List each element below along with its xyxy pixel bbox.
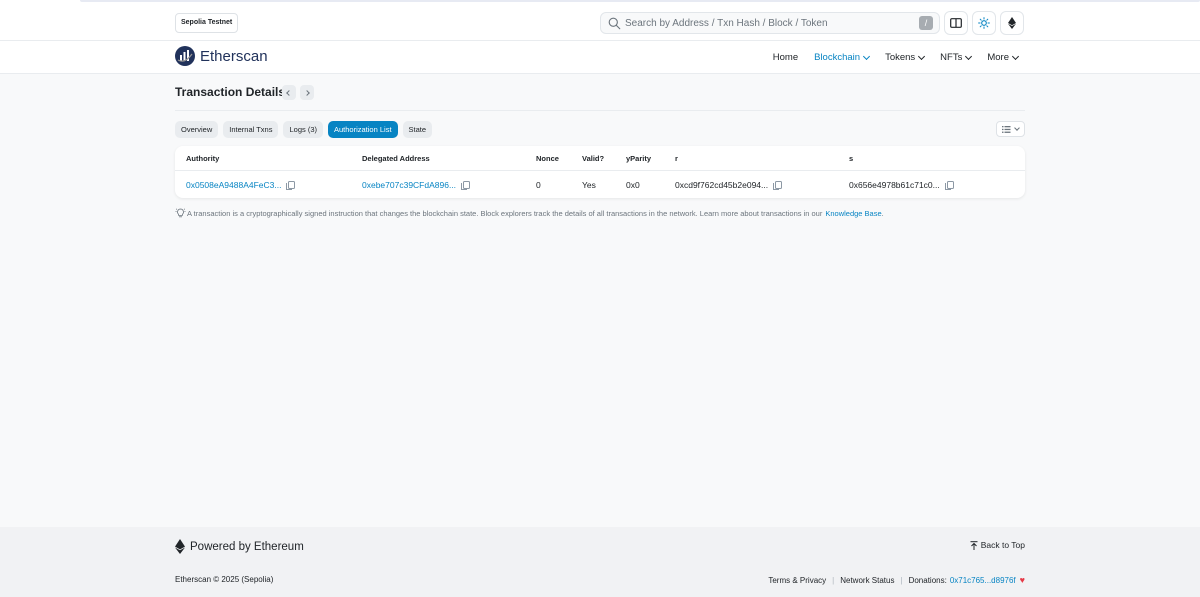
- info-note-text: A transaction is a cryptographically sig…: [187, 208, 823, 218]
- nav-more[interactable]: More: [987, 52, 1020, 63]
- chevron-down-icon: [1011, 52, 1020, 60]
- sun-icon: [978, 17, 990, 29]
- page-title: Transaction Details: [175, 85, 286, 99]
- scroll-indicator: [80, 0, 1200, 2]
- chevron-down-icon: [863, 52, 871, 60]
- arrow-up-icon: [970, 540, 978, 550]
- copyright-text: Etherscan © 2025 (Sepolia): [175, 575, 274, 584]
- table-header: Authority Delegated Address Nonce Valid?…: [175, 146, 1025, 171]
- tab-internal-txns[interactable]: Internal Txns: [223, 121, 279, 138]
- list-icon: [1002, 125, 1011, 133]
- back-to-top-label: Back to Top: [980, 540, 1025, 550]
- header-nonce: Nonce: [536, 153, 559, 163]
- authority-cell: 0x0508eA9488A4FeC3...: [186, 171, 296, 198]
- nav-blockchain[interactable]: Blockchain: [814, 52, 871, 63]
- network-status-link[interactable]: Network Status: [840, 576, 894, 585]
- nav-more-label: More: [987, 52, 1009, 63]
- tab-overview[interactable]: Overview: [175, 121, 219, 138]
- reader-mode-button[interactable]: [944, 11, 968, 35]
- nav-nfts-label: NFTs: [940, 52, 963, 63]
- header-yparity: yParity: [626, 153, 652, 163]
- info-note-suffix: .: [881, 208, 884, 218]
- brand-name: Etherscan: [200, 47, 268, 65]
- book-icon: [950, 18, 962, 28]
- separator: |: [832, 575, 835, 585]
- nonce-value: 0: [536, 179, 541, 190]
- chevron-down-icon: [918, 52, 926, 60]
- table-row: 0x0508eA9488A4FeC3... 0xebe707c39CFdA896…: [175, 171, 1025, 198]
- footer-links: Terms & Privacy | Network Status | Donat…: [768, 575, 1025, 585]
- donations-address-link[interactable]: 0x71c765...d8976f: [950, 576, 1016, 585]
- search-box[interactable]: /: [600, 12, 940, 34]
- donations-label: Donations:: [908, 575, 947, 585]
- tab-logs[interactable]: Logs (3): [283, 121, 323, 138]
- etherscan-logo[interactable]: Etherscan: [175, 46, 268, 66]
- header-valid: Valid?: [582, 153, 605, 163]
- nav-menu: Home Blockchain Tokens NFTs More: [757, 41, 1020, 74]
- powered-by-label: Powered by Ethereum: [190, 540, 304, 553]
- prev-tx-button[interactable]: [282, 85, 296, 100]
- copy-icon[interactable]: [773, 180, 783, 190]
- delegated-address-cell: 0xebe707c39CFdA896...: [362, 171, 471, 198]
- network-badge[interactable]: Sepolia Testnet: [175, 13, 239, 33]
- knowledge-base-link[interactable]: Knowledge Base: [825, 209, 881, 218]
- chevron-left-icon: [286, 89, 292, 96]
- terms-privacy-link[interactable]: Terms & Privacy: [768, 576, 826, 585]
- nav-home-label: Home: [772, 52, 799, 63]
- valid-value: Yes: [582, 179, 596, 190]
- top-bar: Sepolia Testnet /: [0, 6, 1200, 41]
- tx-tabs: Overview Internal Txns Logs (3) Authoriz…: [175, 121, 437, 138]
- title-divider: [175, 110, 1025, 111]
- nav-blockchain-label: Blockchain: [814, 52, 861, 63]
- heart-icon: ♥: [1019, 575, 1025, 585]
- back-to-top-link[interactable]: Back to Top: [970, 540, 1025, 550]
- nav-tokens[interactable]: Tokens: [885, 52, 926, 63]
- nav-home[interactable]: Home: [773, 52, 798, 63]
- ethereum-icon: [1008, 17, 1016, 29]
- authorization-table: Authority Delegated Address Nonce Valid?…: [175, 146, 1025, 198]
- search-shortcut-badge: /: [919, 16, 933, 30]
- r-value: 0xcd9f762cd45b2e094...: [675, 179, 769, 190]
- header-delegated-address: Delegated Address: [362, 153, 430, 163]
- tab-authorization-list[interactable]: Authorization List: [328, 121, 398, 138]
- header-r: r: [675, 153, 678, 163]
- delegated-address-link[interactable]: 0xebe707c39CFdA896...: [362, 180, 456, 190]
- s-cell: 0x656e4978b61c71c0...: [849, 171, 954, 198]
- etherscan-logo-icon: [175, 46, 195, 66]
- tab-state[interactable]: State: [402, 121, 433, 138]
- powered-by-ethereum: Powered by Ethereum: [175, 539, 304, 554]
- r-cell: 0xcd9f762cd45b2e094...: [675, 171, 783, 198]
- info-note: A transaction is a cryptographically sig…: [175, 208, 884, 218]
- yparity-value: 0x0: [626, 179, 640, 190]
- search-icon: [608, 17, 621, 30]
- chevron-down-icon: [965, 52, 973, 60]
- authority-link[interactable]: 0x0508eA9488A4FeC3...: [186, 180, 281, 190]
- ethereum-icon: [175, 539, 185, 554]
- copy-icon[interactable]: [461, 180, 471, 190]
- nav-tokens-label: Tokens: [885, 52, 916, 63]
- separator: |: [900, 575, 903, 585]
- copy-icon[interactable]: [286, 180, 296, 190]
- theme-toggle-button[interactable]: [972, 11, 996, 35]
- s-value: 0x656e4978b61c71c0...: [849, 179, 940, 190]
- copy-icon[interactable]: [944, 180, 954, 190]
- chevron-right-icon: [304, 89, 310, 96]
- nav-nfts[interactable]: NFTs: [940, 52, 973, 63]
- main-navbar: Etherscan Home Blockchain Tokens NFTs Mo…: [0, 41, 1200, 74]
- chevron-down-icon: [1014, 125, 1020, 131]
- network-switch-button[interactable]: [1000, 11, 1024, 35]
- next-tx-button[interactable]: [300, 85, 314, 100]
- footer: Powered by Ethereum Back to Top Ethersca…: [0, 527, 1200, 597]
- search-input[interactable]: [625, 15, 915, 31]
- lightbulb-icon: [175, 208, 186, 218]
- header-s: s: [849, 153, 854, 163]
- header-authority: Authority: [186, 153, 220, 163]
- list-options-button[interactable]: [996, 121, 1025, 137]
